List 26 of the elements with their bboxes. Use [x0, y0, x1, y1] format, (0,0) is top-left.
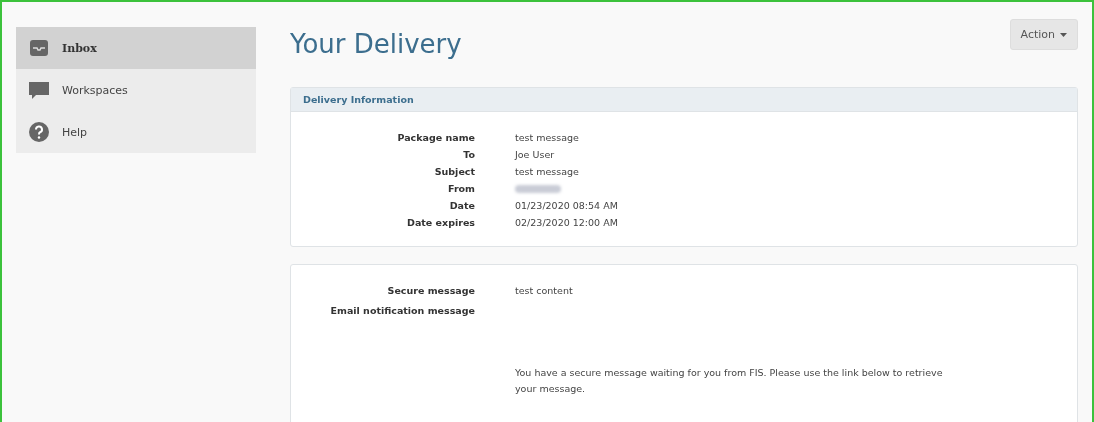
field-value: Joe User [515, 149, 556, 160]
sidebar-item[interactable]: Inbox [16, 27, 256, 69]
field-label: Package name [396, 132, 475, 143]
help-icon [28, 121, 50, 143]
field-label: Subject [433, 166, 475, 177]
page-title: Your Delivery [290, 28, 462, 59]
field-label: Date [448, 200, 475, 211]
field-value: test message [515, 166, 580, 177]
field-label: Secure message [386, 285, 475, 296]
notification-text: You have a secure message waiting for you from FIS. Please use the link below to retrieve your message. [515, 366, 944, 396]
sidebar-item[interactable]: Workspaces [16, 69, 256, 111]
action-button[interactable]: Action [1009, 19, 1078, 50]
blurred-text [515, 184, 561, 193]
field-value: 01/23/2020 08:54 AM [515, 200, 619, 211]
field-label: To [462, 149, 475, 160]
field-value: test content [515, 285, 574, 296]
sidebar-item[interactable]: Help [16, 111, 256, 153]
field-value: 02/23/2020 12:00 AM [515, 217, 619, 228]
field-label: From [447, 183, 475, 194]
caret-icon [1060, 32, 1067, 37]
field-value: test message [515, 132, 580, 143]
field-label: Date expires [406, 217, 475, 228]
field-label: Email notification message [329, 305, 475, 316]
speech-bubble-icon [28, 79, 50, 101]
card-title: Delivery Information [291, 88, 1077, 112]
inbox-icon [28, 37, 50, 59]
